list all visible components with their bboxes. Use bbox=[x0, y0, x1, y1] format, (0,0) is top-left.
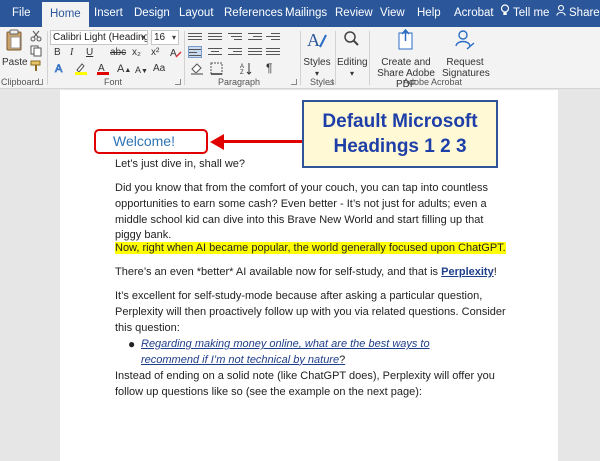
paragraph-launcher-icon[interactable] bbox=[291, 79, 297, 85]
share-button[interactable]: Share bbox=[548, 0, 600, 27]
italic-button[interactable]: I bbox=[70, 46, 73, 60]
paragraph[interactable]: There’s an even *better* AI available no… bbox=[115, 265, 510, 281]
tab-home[interactable]: Home bbox=[42, 2, 89, 27]
change-case-button[interactable]: Aa bbox=[153, 62, 165, 76]
show-marks-icon[interactable]: ¶ bbox=[266, 61, 272, 75]
paragraph[interactable]: It’s excellent for self-study-mode becau… bbox=[115, 289, 510, 336]
paragraph-text: ! bbox=[493, 266, 497, 278]
paragraph[interactable]: Let’s just dive in, shall we? bbox=[115, 157, 510, 173]
text-effects-icon[interactable]: A bbox=[54, 62, 68, 79]
subscript-label: x₂ bbox=[132, 47, 141, 58]
subscript-button[interactable]: x₂ bbox=[132, 46, 141, 60]
italic-label: I bbox=[70, 47, 74, 58]
strikethrough-button[interactable]: abc bbox=[110, 46, 126, 60]
list-item-punct: ? bbox=[339, 353, 346, 366]
align-right-icon[interactable] bbox=[228, 46, 242, 58]
superscript-button[interactable]: x² bbox=[151, 46, 159, 60]
font-group-label: Font bbox=[104, 77, 123, 87]
align-center-icon[interactable] bbox=[208, 46, 222, 58]
font-size-combo[interactable]: 16 ▾ bbox=[151, 30, 179, 45]
shading-icon[interactable] bbox=[190, 62, 204, 80]
group-divider bbox=[335, 31, 336, 85]
font-name-value: Calibri Light (Headings) bbox=[53, 32, 148, 43]
clipboard-launcher-icon[interactable] bbox=[37, 79, 43, 85]
editing-button[interactable]: Editing ▾ bbox=[337, 29, 368, 79]
paragraph-text: There’s an even *better* AI available no… bbox=[115, 266, 442, 278]
justify-icon[interactable] bbox=[248, 46, 262, 58]
chevron-down-icon: ▾ bbox=[140, 33, 145, 42]
styles-launcher-icon[interactable] bbox=[327, 79, 333, 85]
clear-formatting-icon[interactable]: A bbox=[170, 46, 182, 63]
svg-text:Z: Z bbox=[240, 70, 244, 75]
tab-insert[interactable]: Insert bbox=[86, 0, 131, 27]
magnifier-icon bbox=[337, 29, 367, 54]
font-launcher-icon[interactable] bbox=[175, 79, 181, 85]
signature-icon bbox=[442, 29, 488, 54]
pdf-share-icon bbox=[371, 28, 441, 54]
bold-label: B bbox=[54, 47, 61, 58]
list-item[interactable]: Regarding making money online, what are … bbox=[141, 337, 481, 369]
shrink-font-button[interactable]: A▼ bbox=[135, 63, 148, 79]
numbering-icon[interactable] bbox=[208, 31, 222, 43]
align-left-icon[interactable] bbox=[188, 46, 202, 58]
ribbon-home: Paste Clipboard Calibri Light (Headings)… bbox=[0, 27, 600, 90]
svg-text:A: A bbox=[307, 30, 320, 50]
bold-button[interactable]: B bbox=[54, 46, 61, 60]
tab-help[interactable]: Help bbox=[409, 0, 449, 27]
group-divider bbox=[184, 31, 185, 85]
superscript-label: x² bbox=[151, 47, 160, 58]
format-painter-icon[interactable] bbox=[30, 60, 42, 77]
paste-button[interactable]: Paste bbox=[2, 29, 28, 68]
paragraph[interactable]: Instead of ending on a solid note (like … bbox=[115, 369, 510, 401]
styles-label: Styles bbox=[303, 57, 331, 68]
group-divider bbox=[300, 31, 301, 85]
grow-font-button[interactable]: A▲ bbox=[117, 62, 131, 78]
tell-me-label: Tell me bbox=[513, 7, 550, 19]
paste-label: Paste bbox=[2, 57, 28, 68]
bullet-icon: ● bbox=[128, 337, 136, 351]
tab-file[interactable]: File bbox=[4, 0, 39, 27]
line-spacing-icon[interactable] bbox=[266, 46, 280, 58]
underline-label: U bbox=[86, 47, 94, 58]
heading-highlight-box bbox=[94, 129, 208, 154]
increase-indent-icon[interactable] bbox=[266, 31, 280, 43]
clipboard-group-label: Clipboard bbox=[1, 77, 40, 87]
tab-layout[interactable]: Layout bbox=[171, 0, 222, 27]
underline-button[interactable]: U bbox=[86, 46, 93, 60]
share-label: Share bbox=[569, 7, 600, 19]
decrease-indent-icon[interactable] bbox=[248, 31, 262, 43]
strikethrough-label: abc bbox=[110, 47, 127, 58]
multilevel-list-icon[interactable] bbox=[228, 31, 242, 43]
highlighted-text: Now, right when AI became popular, the w… bbox=[115, 242, 506, 254]
font-size-value: 16 bbox=[154, 32, 166, 43]
group-divider bbox=[47, 31, 48, 85]
request-signatures-label: Request Signatures bbox=[442, 57, 490, 79]
styles-button[interactable]: A Styles ▾ bbox=[303, 29, 331, 79]
bullets-icon[interactable] bbox=[188, 31, 202, 43]
list-item-text: Regarding making money online, what are … bbox=[141, 338, 430, 366]
ribbon-tab-bar: File Home Insert Design Layout Reference… bbox=[0, 0, 600, 27]
svg-text:A: A bbox=[55, 63, 63, 74]
perplexity-link[interactable]: Perplexity bbox=[441, 266, 494, 278]
paragraph[interactable]: Did you know that from the comfort of yo… bbox=[115, 181, 510, 244]
change-case-label: Aa bbox=[153, 63, 166, 74]
lightbulb-icon bbox=[500, 0, 510, 27]
editing-label: Editing bbox=[337, 57, 368, 68]
paragraph-group-label: Paragraph bbox=[218, 77, 261, 87]
highlight-color-icon[interactable] bbox=[74, 62, 88, 80]
request-signatures-button[interactable]: Request Signatures bbox=[442, 29, 490, 79]
highlighted-paragraph[interactable]: Now, right when AI became popular, the w… bbox=[115, 241, 510, 257]
chevron-down-icon: ▾ bbox=[171, 33, 176, 42]
arrow-head-icon bbox=[210, 134, 224, 150]
clipboard-icon bbox=[2, 29, 26, 54]
group-divider bbox=[369, 31, 370, 85]
acrobat-group-label: Adobe Acrobat bbox=[403, 77, 463, 87]
person-icon bbox=[556, 0, 566, 27]
font-name-combo[interactable]: Calibri Light (Headings) ▾ bbox=[50, 30, 148, 45]
styles-icon: A bbox=[303, 29, 331, 54]
annotation-arrow bbox=[222, 140, 302, 143]
tab-view[interactable]: View bbox=[372, 0, 413, 27]
